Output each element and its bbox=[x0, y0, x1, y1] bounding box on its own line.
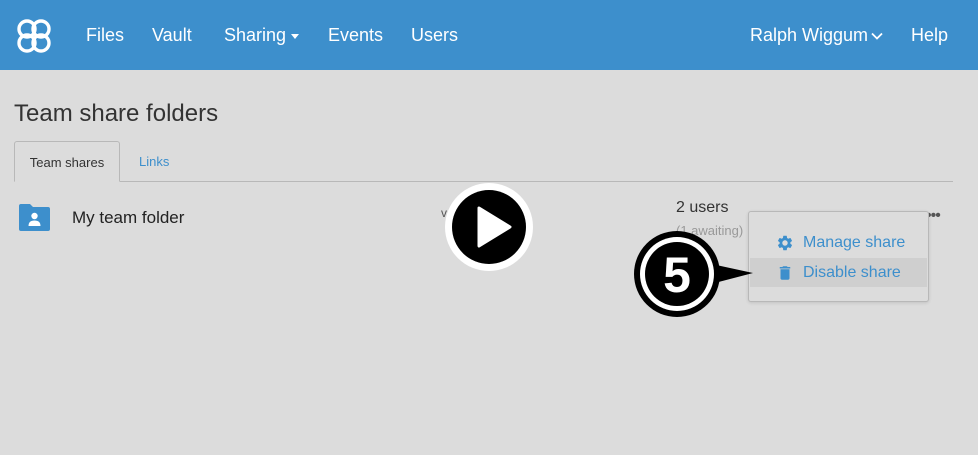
nav-events-link[interactable]: Events bbox=[328, 24, 383, 46]
caret-down-icon bbox=[291, 33, 300, 39]
tab-team-shares-label: Team shares bbox=[29, 155, 105, 170]
tab-team-shares[interactable]: Team shares bbox=[14, 141, 120, 182]
share-actions-menu: Manage share Disable share bbox=[748, 211, 929, 302]
tab-links[interactable]: Links bbox=[139, 154, 169, 169]
nav-sharing-label: Sharing bbox=[224, 25, 287, 45]
step-number-callout: 5 bbox=[634, 231, 753, 317]
disable-share-menu-item[interactable]: Disable share bbox=[750, 258, 927, 287]
top-navbar: Files Vault Sharing Events Users Ralph W… bbox=[0, 0, 978, 70]
users-count: 2 users bbox=[676, 199, 729, 216]
gear-icon bbox=[777, 235, 793, 251]
trash-icon bbox=[779, 266, 791, 280]
nav-vault-link[interactable]: Vault bbox=[152, 24, 192, 46]
chevron-down-icon bbox=[871, 33, 883, 41]
shared-folder-icon bbox=[19, 204, 50, 231]
nav-sharing-dropdown[interactable]: Sharing bbox=[224, 24, 300, 46]
page-title: Team share folders bbox=[14, 100, 219, 127]
play-icon[interactable] bbox=[443, 181, 535, 273]
user-name-label: Ralph Wiggum bbox=[750, 25, 869, 45]
manage-share-menu-item[interactable]: Manage share bbox=[750, 228, 927, 257]
disable-share-label: Disable share bbox=[803, 264, 901, 281]
step-number: 5 bbox=[663, 247, 691, 303]
sync-logo-icon[interactable] bbox=[14, 16, 54, 56]
user-menu-dropdown[interactable]: Ralph Wiggum bbox=[750, 24, 883, 46]
nav-help-link[interactable]: Help bbox=[911, 24, 948, 46]
nav-files-link[interactable]: Files bbox=[86, 24, 124, 46]
nav-users-link[interactable]: Users bbox=[411, 24, 458, 46]
manage-share-label: Manage share bbox=[803, 234, 906, 251]
folder-name[interactable]: My team folder bbox=[72, 208, 184, 228]
